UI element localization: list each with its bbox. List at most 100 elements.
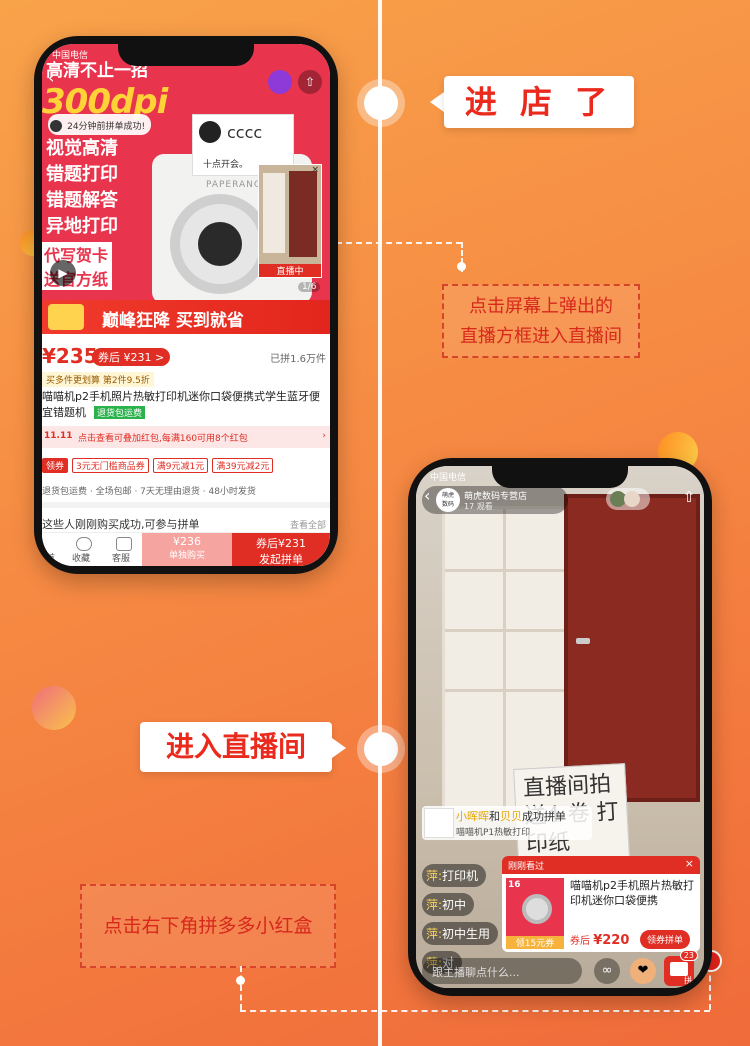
chat-message: 萍: 初中生用: [422, 922, 499, 945]
popup-header-text: 刚刚看过: [508, 862, 545, 872]
chat-text: 打印机: [442, 869, 479, 883]
popup-coupon[interactable]: 领15元券: [506, 936, 564, 949]
printer-lens: [170, 194, 270, 294]
cards-line1: 代写贺卡: [42, 242, 113, 266]
cat-logo-icon: [199, 121, 221, 143]
chat-user: 萍:: [426, 898, 443, 912]
back-icon[interactable]: ‹: [424, 486, 430, 505]
decor-blob: [32, 686, 76, 730]
product-title-line1: 喵喵机p2手机照片热敏打印机迷你口袋便携式学生蓝牙便: [42, 390, 320, 403]
services-row[interactable]: 退货包运费 · 全场包邮 · 7天无理由退货 · 48小时发货: [42, 484, 256, 497]
bag-icon: [670, 962, 688, 976]
more-link[interactable]: 查看全部: [290, 518, 326, 531]
popup-coupon-button[interactable]: 领券拼单: [640, 930, 691, 949]
chat-input-placeholder: 跟主播聊点什么...: [432, 966, 520, 979]
close-icon[interactable]: ×: [685, 857, 694, 870]
timeline-line: [378, 0, 382, 1046]
chat-message: 萍: 打印机: [422, 864, 487, 887]
promo-banner[interactable]: 巅峰狂降 买到就省: [42, 300, 330, 334]
notice-action: 成功拼单: [522, 810, 566, 823]
popup-price: 券后 ¥220: [570, 932, 629, 948]
step1-title: 进 店 了: [444, 76, 634, 128]
connector-line: [336, 242, 462, 244]
coupon-row[interactable]: 领券 3元无门槛商品券 满9元减1元 满39元减2元: [42, 454, 330, 473]
door-handle: [576, 638, 590, 644]
step1-note-line1: 点击屏幕上弹出的: [469, 296, 613, 317]
nav-fav[interactable]: 收藏: [72, 551, 90, 564]
feature-item: 异地打印: [46, 216, 118, 237]
notice-name1: 小晖晖: [456, 810, 489, 823]
step2-note: 点击右下角拼多多小红盒: [80, 884, 336, 968]
shop-header[interactable]: ‹ 萌虎 数码 萌虎数码专营店 17 观看: [422, 486, 568, 514]
handwriting: cccc: [227, 123, 263, 142]
popup-product-image[interactable]: 16: [506, 878, 564, 936]
chat-input[interactable]: 跟主播聊点什么...: [422, 958, 582, 984]
door-image: [289, 171, 317, 257]
chevron-right-icon: ›: [322, 431, 326, 441]
group-buy-label: 发起拼单: [259, 553, 303, 566]
popup-price-label: 券后: [570, 936, 590, 947]
group-buy-button[interactable]: 券后¥231 发起拼单: [232, 533, 330, 566]
shop-badge-line1: 萌虎: [441, 492, 454, 499]
red-packet-bar[interactable]: 11.11 点击查看可叠加红包,每满160可用8个红包 ›: [42, 426, 330, 448]
product-thumb: [424, 808, 454, 838]
toast-text: 24分钟前拼单成功!: [67, 122, 146, 132]
recent-group-toast: 24分钟前拼单成功!: [48, 114, 152, 135]
play-video-icon[interactable]: ▶: [50, 260, 76, 286]
notice-and: 和: [489, 810, 500, 823]
phone-1-screen: 中国电信 高清不止一招 ‹ 300dpi ⇧ 24分钟前拼单成功! 视觉高清 错…: [42, 44, 330, 566]
popup-header: 刚刚看过 ×: [502, 856, 700, 874]
pointer-arrow: [332, 738, 346, 758]
red-packet-label: 11.11: [44, 431, 73, 441]
connector-line: [709, 966, 711, 1010]
share-icon[interactable]: ⇧: [678, 488, 700, 510]
live-mini-window[interactable]: × 直播中: [258, 164, 322, 278]
redbox-count: 23: [679, 950, 698, 961]
chat-user: 萍:: [426, 927, 443, 941]
viewer-avatars[interactable]: [606, 488, 650, 510]
live-mini-label: 直播中: [259, 264, 321, 277]
group-notice[interactable]: 小晖晖和贝贝成功拼单 喵喵机P1热敏打印: [422, 806, 592, 840]
feature-list: 视觉高清 错题打印 错题解答 异地打印: [46, 136, 118, 240]
single-buy-price: ¥236: [173, 535, 201, 548]
coupon-item[interactable]: 满9元减1元: [152, 458, 209, 473]
chat-icon: [116, 537, 132, 551]
pdd-red-box[interactable]: 23 拼: [664, 950, 698, 986]
after-coupon-badge[interactable]: 券后 ¥231 >: [92, 348, 171, 366]
chat-user: 萍:: [426, 869, 443, 883]
phone-notch: [492, 466, 628, 488]
coupon-item[interactable]: 3元无门槛商品券: [72, 458, 149, 473]
connector-dot: [457, 262, 466, 271]
timeline-dot-1: [364, 86, 398, 120]
share-icon[interactable]: ⇧: [298, 70, 322, 94]
star-icon: [76, 537, 92, 551]
shelf-image: [263, 173, 285, 253]
single-buy-button[interactable]: ¥236 单独购买: [142, 533, 232, 566]
like-icon[interactable]: ❤: [630, 958, 656, 984]
coupon-item[interactable]: 满39元减2元: [212, 458, 274, 473]
timeline-dot-2: [364, 732, 398, 766]
phone-2: 直播间拍 送4 卷 打印纸 中国电信 ‹ 萌虎 数码 萌虎数码专营店 17 观看…: [408, 458, 712, 996]
pointer-arrow: [430, 92, 444, 112]
close-icon[interactable]: ×: [311, 165, 319, 175]
popup-price-value: ¥220: [593, 933, 630, 948]
live-icon[interactable]: [268, 70, 292, 94]
link-icon[interactable]: ∞: [594, 958, 620, 984]
nav-service[interactable]: 客服: [112, 551, 130, 564]
group-notice-item: 喵喵机P1热敏打印: [456, 828, 531, 838]
redbox-label: 拼: [684, 976, 692, 985]
step1-note-line2: 直播方框进入直播间: [460, 326, 622, 347]
printer-thumb: [522, 894, 552, 924]
nav-store[interactable]: 首: [46, 551, 55, 564]
price: ¥235: [42, 344, 98, 368]
phone-notch: [118, 44, 254, 66]
feature-item: 错题解答: [46, 190, 118, 211]
phone-2-screen: 直播间拍 送4 卷 打印纸 中国电信 ‹ 萌虎 数码 萌虎数码专营店 17 观看…: [416, 466, 704, 988]
group-buy-price: 券后¥231: [256, 537, 306, 550]
feature-item: 视觉高清: [46, 138, 118, 159]
recently-viewed-popup[interactable]: 刚刚看过 × 16 领15元券 喵喵机p2手机照片热敏打印机迷你口袋便携 券后 …: [502, 856, 700, 952]
product-gallery[interactable]: 中国电信 高清不止一招 ‹ 300dpi ⇧ 24分钟前拼单成功! 视觉高清 错…: [42, 44, 330, 304]
connector-line: [240, 1010, 710, 1012]
gallery-index: 1/6: [298, 282, 321, 292]
popup-index: 16: [508, 880, 521, 890]
